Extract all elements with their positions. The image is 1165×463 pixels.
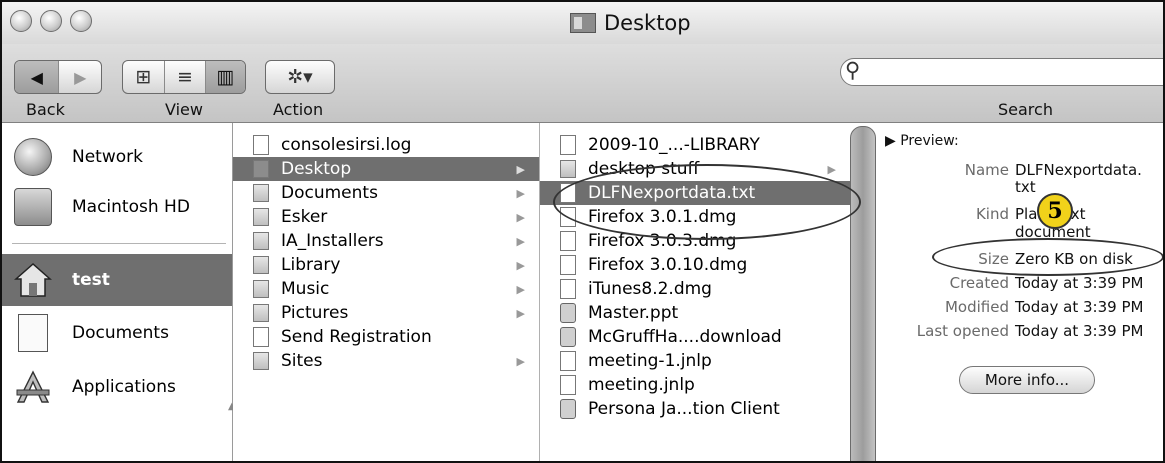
list-item[interactable]: Send Registration: [233, 325, 539, 349]
chevron-right-icon: ▶: [516, 258, 525, 272]
window-title-text: Desktop: [604, 11, 691, 35]
action-label: Action: [273, 100, 324, 119]
more-info-button[interactable]: More info...: [959, 366, 1095, 394]
application-icon: [560, 399, 576, 419]
search-icon: ⚲: [845, 58, 861, 82]
back-button[interactable]: ◀: [15, 61, 59, 93]
hard-drive-icon: [14, 188, 52, 226]
document-icon: [560, 135, 576, 155]
list-view-button[interactable]: ≡: [164, 61, 205, 93]
sidebar-item-macintosh-hd[interactable]: Macintosh HD: [2, 181, 232, 233]
chevron-right-icon: ▶: [516, 306, 525, 320]
document-icon: [18, 314, 48, 352]
disk-image-icon: [560, 279, 576, 299]
desktop-folder-icon: [570, 13, 596, 33]
search-input[interactable]: ⚲: [840, 58, 1163, 86]
sidebar-item-network[interactable]: Network: [2, 131, 232, 183]
chevron-right-icon: ▶: [516, 162, 525, 176]
list-item[interactable]: Firefox 3.0.10.dmg: [540, 253, 850, 277]
chevron-right-icon: ▶: [516, 210, 525, 224]
list-item[interactable]: iTunes8.2.dmg: [540, 277, 850, 301]
folder-icon: [253, 304, 269, 322]
sidebar-item-label: test: [72, 270, 110, 290]
list-item[interactable]: Library ▶: [233, 253, 539, 277]
sidebar-divider: [12, 243, 226, 244]
forward-button[interactable]: ▶: [58, 61, 101, 93]
gear-icon: ✲▾: [287, 66, 313, 88]
folder-icon: [560, 160, 576, 178]
sidebar-item-label: Macintosh HD: [72, 197, 190, 217]
presentation-icon: [560, 303, 576, 323]
view-label: View: [165, 100, 203, 119]
sidebar-item-test[interactable]: test: [2, 254, 232, 306]
highlight-ellipse-selected-file: [553, 164, 861, 240]
download-icon: [560, 327, 576, 347]
jnlp-file-icon: [560, 351, 576, 371]
sidebar-item-documents[interactable]: Documents: [2, 307, 232, 359]
list-item[interactable]: Sites ▶: [233, 349, 539, 373]
toolbar: ◀ ▶ ⊞ ≡ ▥ ✲▾ Back View Action ⚲ Search: [2, 44, 1163, 123]
folder-icon: [253, 280, 269, 298]
preview-disclosure[interactable]: ▶ Preview:: [885, 133, 959, 149]
zoom-window-button[interactable]: [70, 10, 92, 32]
list-item[interactable]: IA_Installers ▶: [233, 229, 539, 253]
back-label: Back: [26, 100, 65, 119]
globe-icon: [14, 138, 52, 176]
sidebar-item-label: Network: [72, 147, 143, 167]
list-item[interactable]: meeting.jnlp: [540, 373, 850, 397]
action-menu-button[interactable]: ✲▾: [265, 60, 335, 94]
list-item[interactable]: meeting-1.jnlp: [540, 349, 850, 373]
back-forward-group: ◀ ▶: [14, 60, 102, 94]
close-window-button[interactable]: [10, 10, 32, 32]
alias-document-icon: [253, 327, 269, 347]
search-label: Search: [998, 100, 1053, 119]
folder-icon: [253, 256, 269, 274]
applications-icon: [16, 370, 50, 403]
title-bar: Desktop: [2, 2, 1163, 44]
sidebar-item-applications[interactable]: Applications: [2, 361, 232, 413]
chevron-right-icon: ▶: [516, 354, 525, 368]
sidebar: Network Macintosh HD test Documents Appl…: [2, 123, 236, 461]
window-title: Desktop: [570, 10, 691, 36]
list-item[interactable]: consolesirsi.log: [233, 133, 539, 157]
minimize-window-button[interactable]: [40, 10, 62, 32]
column-scrollbar[interactable]: [850, 126, 876, 461]
finder-window: Desktop ◀ ▶ ⊞ ≡ ▥ ✲▾ Back View Action ⚲ …: [0, 0, 1165, 463]
list-item[interactable]: Master.ppt: [540, 301, 850, 325]
list-item[interactable]: Esker ▶: [233, 205, 539, 229]
list-item[interactable]: Persona Ja...tion Client: [540, 397, 850, 421]
chevron-right-icon: ▶: [827, 162, 836, 176]
highlight-ellipse-size: [932, 238, 1163, 276]
jnlp-file-icon: [560, 375, 576, 395]
column-home: consolesirsi.log Desktop ▶ Documents ▶ Esk…: [233, 123, 540, 461]
folder-icon: [253, 208, 269, 226]
home-icon: [14, 262, 52, 297]
step-number-badge: 5: [1037, 193, 1073, 229]
list-item[interactable]: Desktop ▶: [233, 157, 539, 181]
preview-pane: ▶ Preview: Name DLFNexportdata. txt Kind…: [877, 123, 1163, 461]
list-item[interactable]: Documents ▶: [233, 181, 539, 205]
chevron-right-icon: ▶: [516, 234, 525, 248]
view-mode-group: ⊞ ≡ ▥: [122, 60, 246, 94]
column-view-button[interactable]: ▥: [205, 61, 245, 93]
folder-icon: [253, 232, 269, 250]
list-item[interactable]: Music ▶: [233, 277, 539, 301]
desktop-folder-icon: [253, 160, 269, 178]
disk-image-icon: [560, 231, 576, 251]
document-icon: [253, 135, 269, 155]
list-item[interactable]: Pictures ▶: [233, 301, 539, 325]
chevron-right-icon: ▶: [516, 186, 525, 200]
icon-view-button[interactable]: ⊞: [123, 61, 164, 93]
disk-image-icon: [560, 255, 576, 275]
sidebar-item-label: Applications: [72, 377, 176, 397]
chevron-right-icon: ▶: [516, 282, 525, 296]
list-item[interactable]: 2009-10_...-LIBRARY: [540, 133, 850, 157]
folder-icon: [253, 352, 269, 370]
sidebar-item-label: Documents: [72, 323, 169, 343]
list-item[interactable]: McGruffHa....download: [540, 325, 850, 349]
folder-icon: [253, 184, 269, 202]
